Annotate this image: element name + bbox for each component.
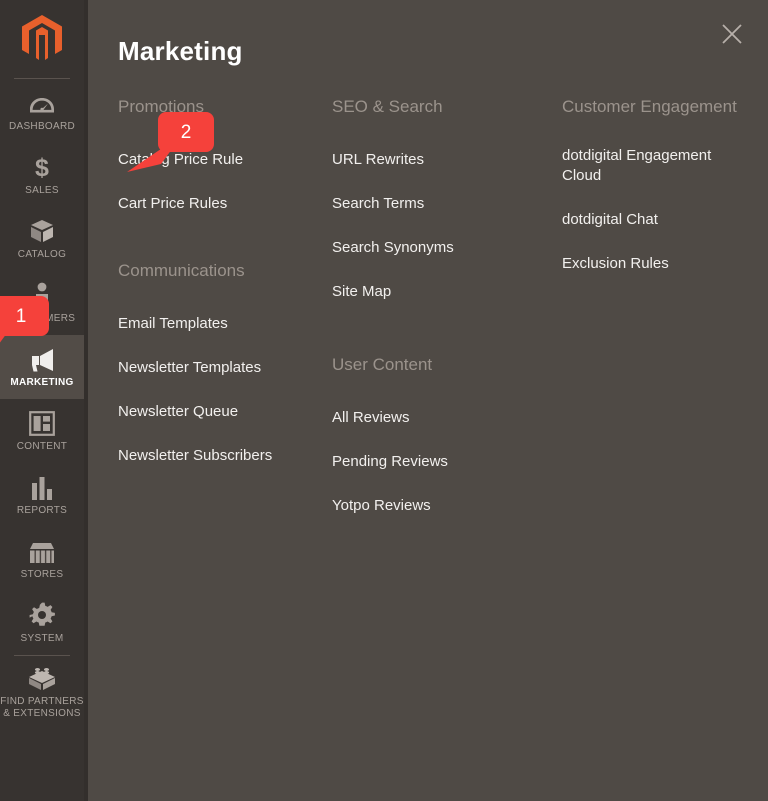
menu-column-3: Customer Engagement dotdigital Engagemen… [548, 96, 768, 516]
lego-brick-icon [28, 665, 56, 691]
layout-icon [29, 410, 55, 436]
section-heading-customer-engagement: Customer Engagement [562, 97, 737, 116]
close-button[interactable] [714, 16, 750, 52]
storefront-icon [28, 538, 56, 564]
callout-badge-1: 1 [0, 296, 49, 343]
sidebar-item-label: CATALOG [17, 248, 67, 260]
menu-link-newsletter-subscribers[interactable]: Newsletter Subscribers [118, 446, 308, 466]
callout-number: 2 [158, 112, 214, 152]
sidebar-item-label: STORES [20, 568, 64, 580]
bar-chart-icon [30, 474, 54, 500]
box-icon [29, 218, 55, 244]
section-heading-communications: Communications [118, 261, 245, 280]
menu-link-cart-price-rules[interactable]: Cart Price Rules [118, 194, 308, 214]
sidebar-item-label: SYSTEM [20, 632, 64, 644]
menu-link-site-map[interactable]: Site Map [332, 282, 522, 302]
menu-link-all-reviews[interactable]: All Reviews [332, 408, 522, 428]
sidebar-item-reports[interactable]: REPORTS [0, 463, 84, 527]
megaphone-icon [27, 346, 57, 372]
gear-icon [29, 602, 55, 628]
menu-link-newsletter-templates[interactable]: Newsletter Templates [118, 358, 308, 378]
sidebar-item-system[interactable]: SYSTEM [0, 591, 84, 655]
menu-link-yotpo-reviews[interactable]: Yotpo Reviews [332, 496, 522, 516]
magento-logo[interactable] [0, 0, 84, 78]
menu-link-search-synonyms[interactable]: Search Synonyms [332, 238, 522, 258]
menu-link-email-templates[interactable]: Email Templates [118, 314, 308, 334]
sidebar-item-content[interactable]: CONTENT [0, 399, 84, 463]
menu-column-2: SEO & Search URL Rewrites Search Terms S… [318, 96, 548, 516]
svg-text:$: $ [35, 154, 49, 180]
callout-badge-2: 2 [127, 112, 214, 172]
page-title: Marketing [118, 36, 243, 67]
sidebar-item-sales[interactable]: $ SALES [0, 143, 84, 207]
sidebar-item-label: DASHBOARD [8, 120, 76, 132]
sidebar-item-label: MARKETING [10, 376, 74, 388]
menu-link-exclusion-rules[interactable]: Exclusion Rules [562, 254, 752, 274]
menu-group-seo-search: SEO & Search URL Rewrites Search Terms S… [332, 96, 548, 302]
menu-link-newsletter-queue[interactable]: Newsletter Queue [118, 402, 308, 422]
magento-admin-menu-screen: DASHBOARD $ SALES CATALOG MARKETING CONT… [0, 0, 768, 801]
menu-link-pending-reviews[interactable]: Pending Reviews [332, 452, 522, 472]
menu-link-dotdigital-engagement-cloud[interactable]: dotdigital Engagement Cloud [562, 146, 752, 186]
menu-columns: Promotions Catalog Price Rule Cart Price… [92, 96, 768, 516]
callout-number: 1 [0, 296, 49, 336]
sidebar-item-label: REPORTS [16, 504, 68, 516]
menu-link-dotdigital-chat[interactable]: dotdigital Chat [562, 210, 752, 230]
menu-group-communications: Communications Email Templates Newslette… [118, 260, 318, 466]
sidebar-item-label: SALES [25, 184, 59, 196]
sidebar-item-label: CONTENT [16, 440, 68, 452]
sidebar-item-stores[interactable]: STORES [0, 527, 84, 591]
menu-group-user-content: User Content All Reviews Pending Reviews… [332, 354, 548, 516]
menu-link-search-terms[interactable]: Search Terms [332, 194, 522, 214]
section-heading-user-content: User Content [332, 355, 433, 374]
menu-link-url-rewrites[interactable]: URL Rewrites [332, 150, 522, 170]
magento-logo-icon [22, 15, 62, 60]
sidebar-item-label: FIND PARTNERS & EXTENSIONS [0, 695, 84, 719]
gauge-icon [29, 90, 55, 116]
sidebar-item-find-partners-extensions[interactable]: FIND PARTNERS & EXTENSIONS [0, 656, 84, 728]
section-heading-seo-search: SEO & Search [332, 97, 443, 116]
menu-group-customer-engagement: Customer Engagement dotdigital Engagemen… [562, 96, 768, 274]
close-icon [722, 24, 742, 44]
dollar-icon: $ [34, 154, 50, 180]
admin-sidebar: DASHBOARD $ SALES CATALOG MARKETING CONT… [0, 0, 88, 801]
sidebar-item-dashboard[interactable]: DASHBOARD [0, 79, 84, 143]
sidebar-item-catalog[interactable]: CATALOG [0, 207, 84, 271]
